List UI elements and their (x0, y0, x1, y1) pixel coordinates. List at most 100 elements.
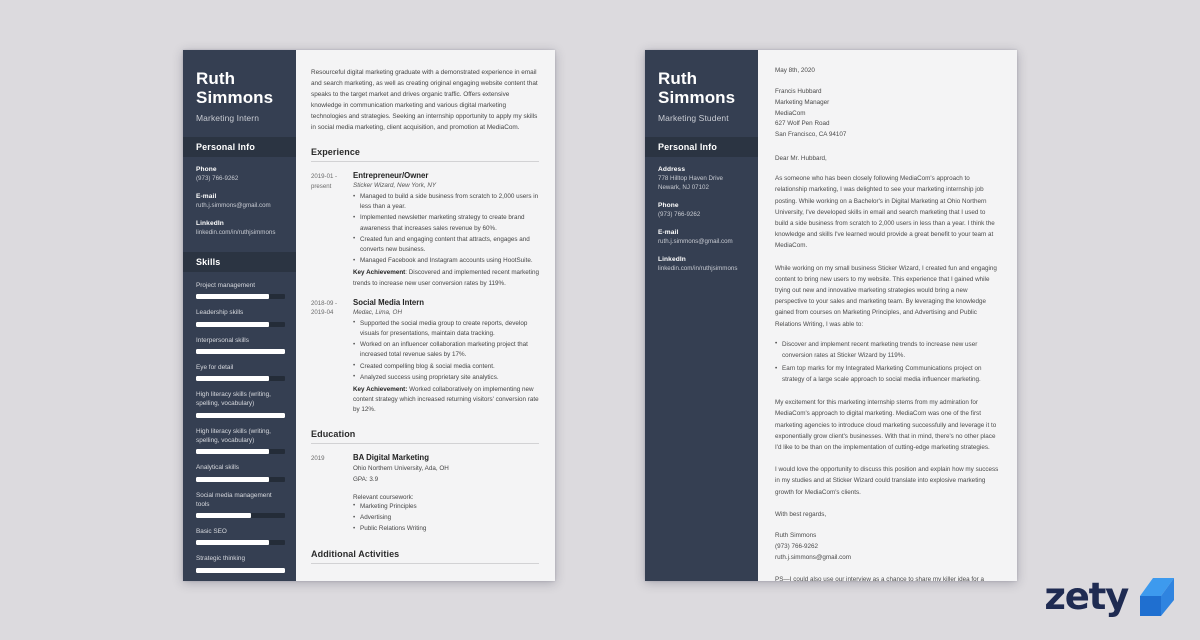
recipient-address-block: Francis Hubbard Marketing Manager MediaCom… (775, 87, 999, 141)
skill-bar-track (196, 449, 285, 455)
skill-item: Basic SEO (196, 527, 285, 546)
experience-date: 2019-01 - present (311, 173, 338, 190)
skill-bar-track (196, 540, 285, 546)
skill-label: Interpersonal skills (196, 336, 249, 344)
contact-label: LinkedIn (196, 220, 224, 228)
letter-postscript: PS—I could also use our interview as a c… (775, 576, 984, 581)
experience-date: 2018-09 - 2019-04 (311, 299, 338, 317)
letter-paragraph-1: As someone who has been closely followin… (775, 175, 995, 250)
skill-item: Eye for detail (196, 363, 285, 382)
contact-value: linkedin.com/in/ruthjsimmons (196, 229, 276, 237)
cover-letter-document: Ruth Simmons Marketing Student Personal … (645, 50, 1017, 581)
skill-bar-track (196, 376, 285, 382)
letter-signature-block: Ruth Simmons (973) 766-9262 ruth.j.simmons… (775, 531, 999, 563)
education-entry: 2019 BA Digital Marketing Ohio Northern … (311, 453, 539, 535)
skill-item: High literacy skills (writing, spelling,… (196, 390, 285, 418)
letter-paragraph-4: I would love the opportunity to discuss … (775, 466, 999, 496)
contact-value: ruth.j.simmons@gmail.com (196, 202, 271, 210)
key-achievement-label: Key Achievement (353, 269, 406, 277)
zety-logo: zety (1044, 575, 1176, 618)
contact-item-linkedin: LinkedIn linkedin.com/in/ruthjsimmons (196, 220, 285, 238)
skill-bar-fill (196, 412, 285, 418)
skill-bar-track (196, 348, 285, 354)
experience-bullet: Managed to build a side business from sc… (353, 192, 539, 212)
section-heading-experience: Experience (311, 147, 539, 163)
skill-bar-fill (196, 449, 269, 455)
resume-sidebar: Ruth Simmons Marketing Intern Personal I… (183, 50, 296, 581)
skill-label: Social media management tools (196, 491, 272, 508)
key-achievement: Key Achievement: Worked collaboratively … (353, 385, 539, 416)
activities-entry: Attended Social Media Week 2018 Conferen… (311, 573, 539, 581)
recipient-line: Francis Hubbard (775, 88, 822, 95)
contact-item-email: E-mail ruth.j.simmons@gmail.com (196, 193, 285, 211)
resume-personal-info-heading: Personal Info (183, 137, 296, 158)
letter-personal-info-heading: Personal Info (645, 137, 758, 158)
resume-job-title: Marketing Intern (196, 113, 260, 124)
skills-list: Project management Leadership skills Inter… (196, 281, 285, 573)
letter-last-name: Simmons (658, 88, 736, 108)
coursework-list: Marketing PrinciplesAdvertisingPublic Re… (353, 501, 539, 535)
contact-label: Phone (196, 166, 217, 174)
skill-item: Project management (196, 281, 285, 300)
activities-date-spacer (311, 573, 353, 581)
skill-bar-fill (196, 321, 269, 327)
contact-label: Phone (658, 202, 679, 210)
coursework-item: Public Relations Writing (353, 524, 539, 534)
experience-entry: 2019-01 - present Entrepreneur/Owner Stick… (311, 171, 539, 289)
skill-bar-track (196, 476, 285, 482)
letter-candidate-name: Ruth Simmons (658, 69, 747, 107)
key-achievement-label: Key Achievement: (353, 385, 408, 393)
resume-document: Ruth Simmons Marketing Intern Personal I… (183, 50, 555, 581)
skill-label: Project management (196, 282, 255, 290)
contact-item-address: Address 778 Hilltop Haven Drive Newark, … (658, 166, 747, 193)
coursework-label: Relevant coursework: (353, 493, 414, 501)
contact-item-phone: Phone (973) 766-9262 (196, 166, 285, 184)
skill-bar-track (196, 567, 285, 573)
skill-item: Strategic thinking (196, 554, 285, 573)
resume-main-column: Resourceful digital marketing graduate w… (296, 50, 555, 581)
skill-label: High literacy skills (writing, spelling,… (196, 391, 271, 408)
skill-bar-fill (196, 513, 252, 519)
skill-bar-fill (196, 476, 269, 482)
signature-line: (973) 766-9262 (775, 542, 819, 550)
skill-bar-track (196, 294, 285, 300)
skill-bar-fill (196, 376, 269, 382)
experience-employer: Medac, Lima, OH (353, 308, 402, 316)
coursework-item: Marketing Principles (353, 501, 539, 512)
letter-date: May 8th, 2020 (775, 67, 815, 74)
letter-paragraph-2: While working on my small business Stick… (775, 264, 997, 328)
letter-closing: With best regards, (775, 510, 827, 518)
contact-item-email: E-mail ruth.j.simmons@gmail.com (658, 229, 747, 247)
experience-entry: 2018-09 - 2019-04 Social Media Intern Meda… (311, 298, 539, 416)
letter-bullet-list: Discover and implement recent marketing … (775, 339, 999, 386)
experience-bullet-list: Supported the social media group to crea… (353, 318, 539, 383)
contact-item-linkedin: LinkedIn linkedin.com/in/ruthjsimmons (658, 256, 747, 274)
skill-label: Strategic thinking (196, 555, 246, 563)
coursework-item: Advertising (353, 513, 539, 523)
skill-bar-track (196, 513, 285, 519)
experience-bullet: Analyzed success using proprietary site … (353, 372, 539, 383)
skill-item: Interpersonal skills (196, 336, 285, 354)
experience-bullet: Worked on an influencer collaboration ma… (353, 340, 539, 360)
skill-bar-fill (196, 294, 269, 300)
education-date: 2019 (311, 455, 325, 463)
skill-item: High literacy skills (writing, spelling,… (196, 427, 285, 455)
contact-label: E-mail (658, 229, 679, 237)
skill-bar-track (196, 412, 285, 418)
contact-value: (973) 766-9262 (658, 211, 701, 219)
resume-last-name: Simmons (196, 88, 274, 108)
experience-bullet: Supported the social media group to crea… (353, 318, 539, 339)
letter-salutation: Dear Mr. Hubbard, (775, 155, 827, 163)
letter-paragraph-3: My excitement for this marketing interns… (775, 399, 997, 451)
skill-label: Eye for detail (196, 363, 234, 371)
skill-item: Social media management tools (196, 491, 285, 519)
experience-bullet-list: Managed to build a side business from sc… (353, 192, 539, 267)
skill-bar-fill (196, 348, 285, 354)
signature-line: Ruth Simmons (775, 531, 817, 539)
skill-item: Leadership skills (196, 308, 285, 327)
resume-skills-heading: Skills (183, 252, 296, 273)
zety-wordmark: zety (1044, 575, 1129, 618)
section-heading-education: Education (311, 429, 539, 445)
recipient-line: MediaCom (775, 109, 806, 117)
experience-list: 2019-01 - present Entrepreneur/Owner Stick… (311, 171, 539, 415)
